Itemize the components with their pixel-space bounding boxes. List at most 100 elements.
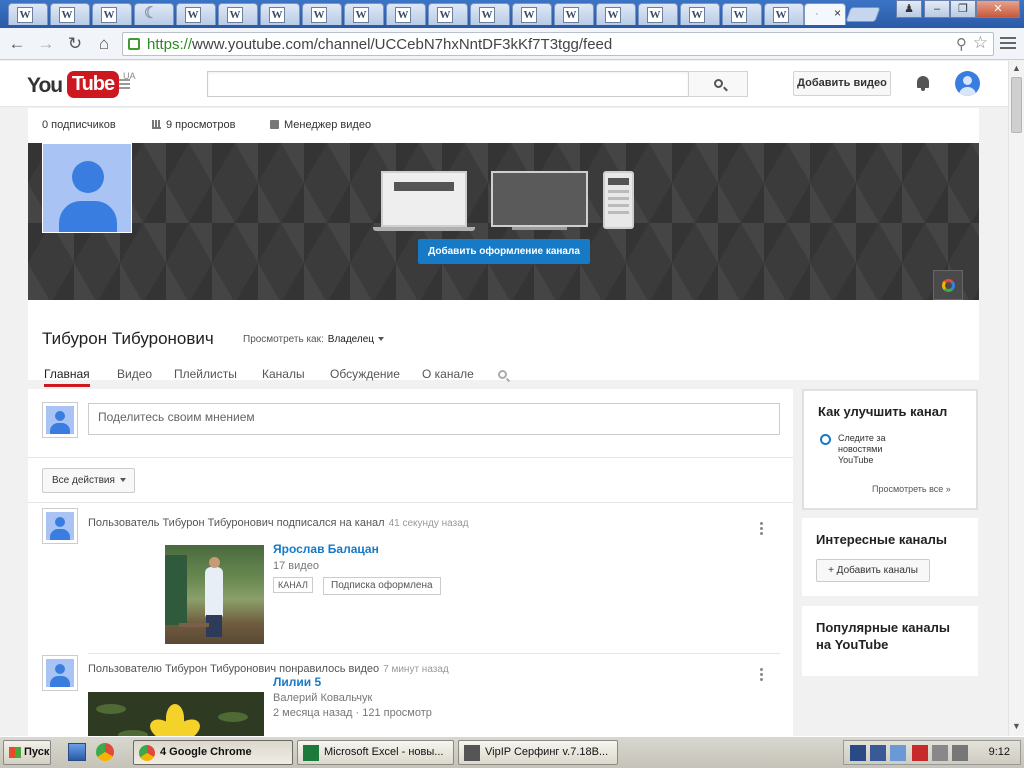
more-actions-icon[interactable] <box>760 522 764 537</box>
browser-tab[interactable]: W <box>302 3 342 25</box>
browser-tab[interactable]: W <box>218 3 258 25</box>
account-avatar[interactable] <box>955 71 980 96</box>
zoom-icon[interactable]: ⚲ <box>956 35 967 53</box>
upload-video-button[interactable]: Добавить видео <box>793 71 891 96</box>
antivirus-icon[interactable] <box>912 745 928 761</box>
new-tab-button[interactable] <box>845 7 881 22</box>
url-text[interactable]: https://www.youtube.com/channel/UCCebN7h… <box>147 36 612 53</box>
guide-menu-icon[interactable] <box>119 79 137 91</box>
radio-button[interactable] <box>820 434 831 445</box>
chrome-icon[interactable] <box>96 743 114 761</box>
browser-tab[interactable]: W <box>554 3 594 25</box>
browser-tab[interactable]: W <box>386 3 426 25</box>
video-author[interactable]: Валерий Ковальчук <box>273 692 372 704</box>
taskbar-excel[interactable]: Microsoft Excel - новы... <box>297 740 454 765</box>
channel-link[interactable]: Ярослав Балацан <box>273 542 379 556</box>
browser-menu-icon[interactable] <box>1000 34 1016 52</box>
video-meta: 2 месяца назад · 121 просмотр <box>273 707 432 719</box>
clock[interactable]: 9:12 <box>989 746 1010 758</box>
browser-tab[interactable]: W <box>470 3 510 25</box>
search-button[interactable] <box>688 71 748 97</box>
wikipedia-favicon-icon: W <box>311 7 327 23</box>
add-channel-art-button[interactable]: Добавить оформление канала <box>418 239 590 264</box>
browser-tab[interactable]: ☾ <box>134 3 174 25</box>
video-title-link[interactable]: Лилии 5 <box>273 675 321 689</box>
browser-tab[interactable]: W <box>50 3 90 25</box>
activity-text: Пользователю Тибурон Тибуронович понрави… <box>88 663 449 675</box>
browser-tab[interactable]: W <box>428 3 468 25</box>
tab-close-icon[interactable]: × <box>834 6 841 20</box>
search-input[interactable] <box>207 71 689 97</box>
channel-avatar[interactable] <box>42 143 132 233</box>
browser-tab[interactable]: W <box>596 3 636 25</box>
back-icon[interactable]: ← <box>7 34 27 54</box>
browser-tab[interactable]: W <box>638 3 678 25</box>
taskbar-chrome[interactable]: 4 Google Chrome <box>133 740 293 765</box>
view-all-link[interactable]: Просмотреть все » <box>872 484 951 494</box>
tv-illustration <box>491 171 588 227</box>
tab-playlists[interactable]: Плейлисты <box>174 367 237 387</box>
minimize-button[interactable]: – <box>924 0 950 18</box>
notifications-bell-icon[interactable] <box>915 75 931 92</box>
view-as-selector[interactable]: Просмотреть как: Владелец <box>243 334 385 345</box>
reload-icon[interactable]: ↻ <box>65 34 85 54</box>
active-tab[interactable]: · × <box>804 3 846 25</box>
address-bar[interactable]: https://www.youtube.com/channel/UCCebN7h… <box>122 32 994 56</box>
browser-tab[interactable]: W <box>680 3 720 25</box>
browser-tab[interactable]: W <box>764 3 804 25</box>
subscriber-count[interactable]: 0 подписчиков <box>42 119 116 131</box>
subscribed-button[interactable]: Подписка оформлена <box>323 577 441 595</box>
browser-tab[interactable]: W <box>92 3 132 25</box>
show-desktop-icon[interactable] <box>68 743 86 761</box>
channel-search-icon[interactable] <box>498 370 507 379</box>
channel-thumbnail[interactable] <box>165 545 264 644</box>
tab-discussion[interactable]: Обсуждение <box>330 367 400 387</box>
bookmark-star-icon[interactable]: ☆ <box>973 33 988 53</box>
share-input[interactable]: Поделитесь своим мнением <box>88 403 780 435</box>
browser-tab[interactable]: W <box>8 3 48 25</box>
improve-item-text[interactable]: Следите за новостями YouTube <box>838 433 918 466</box>
browser-tab[interactable]: W <box>260 3 300 25</box>
wikipedia-favicon-icon: W <box>437 7 453 23</box>
wikipedia-favicon-icon: W <box>59 7 75 23</box>
tray-app-icon[interactable] <box>870 745 886 761</box>
view-count[interactable]: 9 просмотров <box>152 119 235 131</box>
forward-icon[interactable]: → <box>36 34 56 54</box>
more-actions-icon[interactable] <box>760 668 764 683</box>
activity-text: Пользователь Тибурон Тибуронович подписа… <box>88 517 469 529</box>
scroll-down-icon[interactable]: ▼ <box>1012 721 1021 731</box>
tab-about[interactable]: О канале <box>422 367 474 387</box>
tab-videos[interactable]: Видео <box>117 367 152 387</box>
avatar[interactable] <box>42 655 78 691</box>
browser-tab[interactable]: W <box>722 3 762 25</box>
video-manager-link[interactable]: Менеджер видео <box>270 119 371 131</box>
wikipedia-favicon-icon: W <box>731 7 747 23</box>
home-icon[interactable]: ⌂ <box>94 34 114 54</box>
wikipedia-favicon-icon: W <box>563 7 579 23</box>
page-scrollbar[interactable]: ▲ ▼ <box>1008 61 1024 736</box>
close-window-button[interactable]: ✕ <box>976 0 1020 18</box>
volume-icon[interactable] <box>952 745 968 761</box>
add-channels-button[interactable]: + Добавить каналы <box>816 559 930 582</box>
browser-tab[interactable]: W <box>512 3 552 25</box>
network-icon[interactable] <box>890 745 906 761</box>
tab-channels[interactable]: Каналы <box>262 367 305 387</box>
start-button[interactable]: Пуск <box>3 740 51 765</box>
all-activity-dropdown[interactable]: Все действия <box>42 468 135 493</box>
tray-app-icon[interactable] <box>850 745 866 761</box>
card-title[interactable]: Популярные каналы на YouTube <box>816 619 966 653</box>
browser-tab[interactable]: W <box>176 3 216 25</box>
avatar[interactable] <box>42 508 78 544</box>
tray-app-icon[interactable] <box>932 745 948 761</box>
wikipedia-favicon-icon: W <box>269 7 285 23</box>
browser-tab[interactable]: W <box>344 3 384 25</box>
video-thumbnail[interactable] <box>88 692 264 736</box>
google-plus-icon[interactable] <box>933 270 963 300</box>
user-icon[interactable]: ♟ <box>896 0 922 18</box>
scrollbar-thumb[interactable] <box>1011 77 1022 133</box>
maximize-button[interactable]: ❐ <box>950 0 976 18</box>
share-box: Поделитесь своим мнением <box>28 389 793 458</box>
scroll-up-icon[interactable]: ▲ <box>1012 63 1021 73</box>
tab-home[interactable]: Главная <box>44 367 90 387</box>
taskbar-vipip[interactable]: VipIP Серфинг v.7.18B... <box>458 740 618 765</box>
